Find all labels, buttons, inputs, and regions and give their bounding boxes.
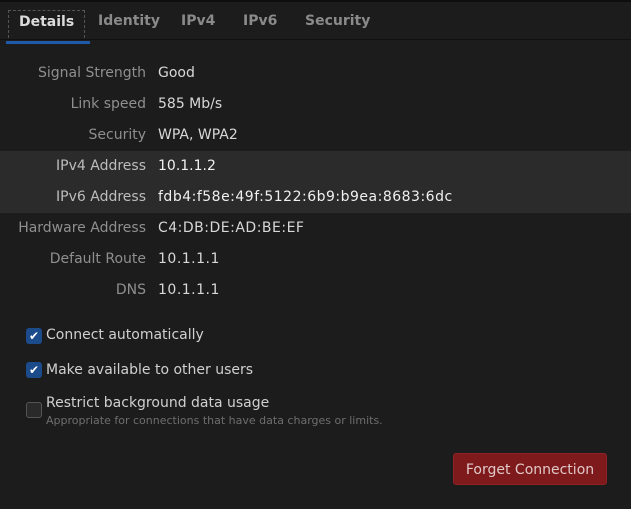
detail-label: Link speed xyxy=(70,96,146,112)
make-available-checkbox[interactable]: ✔ xyxy=(26,362,42,378)
detail-label: DNS xyxy=(115,282,146,298)
make-available-label: Make available to other users xyxy=(46,362,254,378)
tab-bar: Details Identity IPv4 IPv6 Security xyxy=(0,0,631,44)
detail-label: Security xyxy=(88,127,147,143)
connect-automatically-label: Connect automatically xyxy=(46,327,204,343)
detail-value: 10.1.1.2 xyxy=(158,158,216,174)
detail-row: IPv4 Address 10.1.1.2 xyxy=(0,151,631,182)
detail-value: 585 Mb/s xyxy=(158,96,223,112)
restrict-background-checkbox[interactable] xyxy=(26,402,42,418)
detail-row: Security WPA, WPA2 xyxy=(0,120,631,151)
detail-row: Signal Strength Good xyxy=(0,58,631,89)
restrict-background-label: Restrict background data usage xyxy=(46,395,270,411)
detail-value: C4:DB:DE:AD:BE:EF xyxy=(158,220,305,236)
detail-row: Default Route 10.1.1.1 xyxy=(0,244,631,275)
detail-label: IPv6 Address xyxy=(56,189,146,205)
detail-label: Hardware Address xyxy=(18,220,146,236)
detail-row: Link speed 585 Mb/s xyxy=(0,89,631,120)
detail-row: DNS 10.1.1.1 xyxy=(0,275,631,306)
detail-row: Hardware Address C4:DB:DE:AD:BE:EF xyxy=(0,213,631,244)
detail-label: Signal Strength xyxy=(37,65,146,81)
detail-row: IPv6 Address fdb4:f58e:49f:5122:6b9:b9ea:… xyxy=(0,182,631,213)
tab-details[interactable]: Details xyxy=(5,10,91,44)
tab-security[interactable]: Security xyxy=(295,10,380,38)
detail-value: Good xyxy=(158,65,195,81)
tab-ipv4[interactable]: IPv4 xyxy=(171,10,225,38)
detail-value: WPA, WPA2 xyxy=(158,127,238,143)
detail-label: Default Route xyxy=(49,251,146,267)
connect-automatically-checkbox[interactable]: ✔ xyxy=(26,328,42,344)
detail-value: 10.1.1.1 xyxy=(158,251,220,267)
detail-value: 10.1.1.1 xyxy=(158,282,220,298)
restrict-background-description: Appropriate for connections that have da… xyxy=(46,414,383,427)
detail-label: IPv4 Address xyxy=(56,158,146,174)
detail-value: fdb4:f58e:49f:5122:6b9:b9ea:8683:6dc xyxy=(158,189,453,205)
forget-connection-button[interactable]: Forget Connection xyxy=(453,453,607,485)
tab-ipv6[interactable]: IPv6 xyxy=(233,10,287,38)
tab-identity[interactable]: Identity xyxy=(88,10,170,38)
